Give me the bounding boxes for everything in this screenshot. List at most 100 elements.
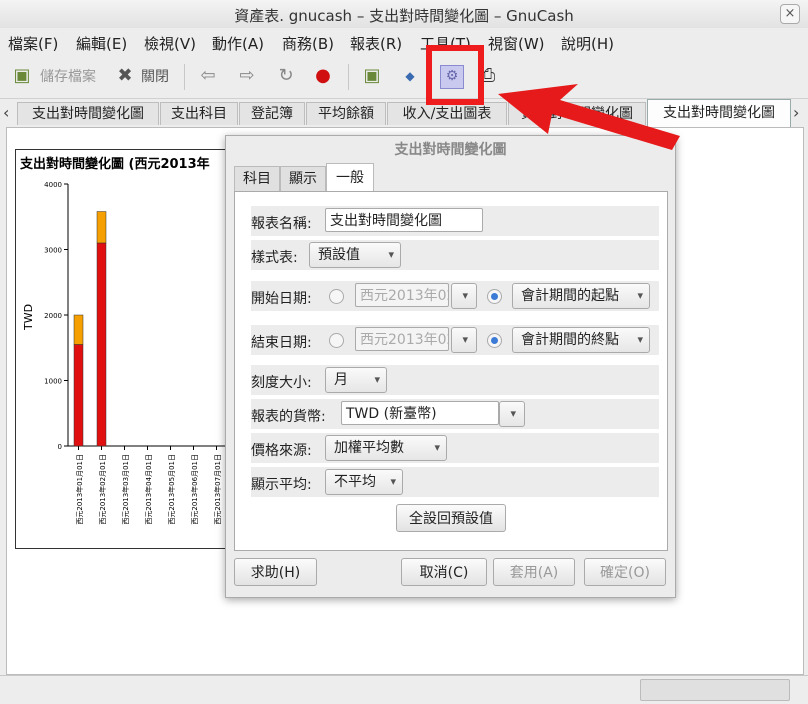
report-name-row: 報表名稱: 支出對時間變化圖 bbox=[251, 206, 659, 236]
help-button[interactable]: 求助(H) bbox=[234, 558, 317, 586]
chart-bar bbox=[96, 211, 107, 244]
tab-general[interactable]: 一般 bbox=[326, 163, 374, 192]
chart-y-tick-label: 1000 bbox=[44, 378, 62, 386]
chevron-down-icon: ▾ bbox=[462, 333, 468, 346]
show-average-label: 顯示平均: bbox=[251, 477, 312, 493]
menu-reports[interactable]: 報表(R) bbox=[350, 33, 402, 54]
end-relative-value: 會計期間的終點 bbox=[521, 332, 619, 348]
chart-x-tick-label: 西元2013年03月01日 bbox=[121, 454, 130, 525]
reload-icon[interactable]: ↻ bbox=[276, 66, 296, 86]
end-date-label: 結束日期: bbox=[251, 335, 312, 351]
currency-row: 報表的貨幣: TWD (新臺幣) ▾ bbox=[251, 399, 659, 429]
stylesheet-value: 預設值 bbox=[318, 247, 360, 263]
bar-chart: 支出對時間變化圖 (西元2013年 TWD 40003000200010000 … bbox=[19, 156, 228, 525]
stylesheet-select[interactable]: 預設值 ▾ bbox=[309, 242, 401, 268]
stop-icon[interactable]: ● bbox=[313, 66, 333, 86]
end-date-row: 結束日期: 西元2013年02 ▾ 會計期間的終點 ▾ bbox=[251, 325, 659, 355]
close-icon[interactable]: ✖ bbox=[115, 66, 135, 86]
tab-accounts[interactable]: 科目 bbox=[234, 166, 280, 191]
tab-income-expense-chart[interactable]: 收入/支出圖表 bbox=[387, 102, 507, 125]
status-bar bbox=[0, 675, 808, 704]
forward-icon[interactable]: ⇨ bbox=[237, 66, 257, 86]
cancel-button[interactable]: 取消(C) bbox=[401, 558, 487, 586]
chart-y-tick-label: 2000 bbox=[44, 312, 62, 320]
show-average-row: 顯示平均: 不平均 ▾ bbox=[251, 467, 659, 497]
chart-y-tick-label: 3000 bbox=[44, 247, 62, 255]
price-source-row: 價格來源: 加權平均數 ▾ bbox=[251, 433, 659, 463]
menu-help[interactable]: 說明(H) bbox=[561, 33, 614, 54]
save-report-icon[interactable]: ▣ bbox=[362, 66, 382, 86]
chart-ylabel: TWD bbox=[22, 304, 35, 331]
currency-dropdown-button[interactable]: ▾ bbox=[499, 401, 525, 427]
chevron-down-icon: ▾ bbox=[374, 373, 380, 386]
chevron-down-icon: ▾ bbox=[510, 407, 516, 420]
show-average-value: 不平均 bbox=[334, 474, 376, 490]
tab-scroll-left-icon[interactable]: ‹ bbox=[3, 103, 9, 122]
menu-view[interactable]: 檢視(V) bbox=[144, 33, 196, 54]
menu-edit[interactable]: 編輯(E) bbox=[76, 33, 127, 54]
tab-average-balance[interactable]: 平均餘額 bbox=[306, 102, 386, 125]
menu-windows[interactable]: 視窗(W) bbox=[488, 33, 545, 54]
chart-bar bbox=[73, 344, 84, 447]
progress-bar bbox=[640, 679, 790, 701]
chart-bar bbox=[73, 314, 84, 345]
price-source-select[interactable]: 加權平均數 ▾ bbox=[325, 435, 447, 461]
chart-y-tick-label: 4000 bbox=[44, 181, 62, 189]
chevron-down-icon: ▾ bbox=[388, 248, 394, 261]
tab-display[interactable]: 顯示 bbox=[280, 166, 326, 191]
chevron-down-icon: ▾ bbox=[637, 289, 643, 302]
stylesheet-row: 樣式表: 預設值 ▾ bbox=[251, 240, 659, 270]
save-button[interactable]: 儲存檔案 bbox=[40, 66, 96, 86]
end-relative-select[interactable]: 會計期間的終點 ▾ bbox=[512, 327, 650, 353]
report-name-label: 報表名稱: bbox=[251, 216, 312, 232]
chart-title: 支出對時間變化圖 (西元2013年 bbox=[19, 156, 210, 172]
menu-business[interactable]: 商務(B) bbox=[282, 33, 334, 54]
start-relative-radio[interactable] bbox=[487, 289, 502, 304]
chart-x-tick-label: 西元2013年05月01日 bbox=[167, 454, 176, 525]
end-absolute-radio[interactable] bbox=[329, 333, 344, 348]
step-size-select[interactable]: 月 ▾ bbox=[325, 367, 387, 393]
price-source-value: 加權平均數 bbox=[334, 440, 404, 456]
step-size-label: 刻度大小: bbox=[251, 375, 312, 391]
start-relative-select[interactable]: 會計期間的起點 ▾ bbox=[512, 283, 650, 309]
start-date-label: 開始日期: bbox=[251, 291, 312, 307]
start-absolute-radio[interactable] bbox=[329, 289, 344, 304]
apply-button[interactable]: 套用(A) bbox=[493, 558, 575, 586]
chart-y-tick-label: 0 bbox=[58, 443, 62, 451]
menu-file[interactable]: 檔案(F) bbox=[8, 33, 58, 54]
tab-scroll-right-icon[interactable]: › bbox=[793, 103, 799, 122]
start-date-picker-button[interactable]: ▾ bbox=[451, 283, 477, 309]
tab-register[interactable]: 登記簿 bbox=[239, 102, 305, 125]
toolbar-separator bbox=[348, 64, 349, 90]
chart-x-tick-label: 西元2013年01月01日 bbox=[75, 454, 84, 525]
end-date-picker-button[interactable]: ▾ bbox=[451, 327, 477, 353]
show-average-select[interactable]: 不平均 ▾ bbox=[325, 469, 403, 495]
chart-panel: 支出對時間變化圖 (西元2013年 TWD 4000 3000 2000 1000 0 … bbox=[15, 149, 229, 549]
window-close-button[interactable]: × bbox=[780, 4, 800, 24]
chart-x-tick-label: 西元2013年07月01日 bbox=[213, 454, 222, 525]
menu-actions[interactable]: 動作(A) bbox=[212, 33, 264, 54]
start-date-input[interactable]: 西元2013年02 bbox=[355, 283, 449, 307]
export-icon[interactable]: ◆ bbox=[400, 66, 420, 86]
ok-button[interactable]: 確定(O) bbox=[584, 558, 666, 586]
step-size-value: 月 bbox=[334, 372, 348, 388]
start-date-row: 開始日期: 西元2013年02 ▾ 會計期間的起點 ▾ bbox=[251, 281, 659, 311]
end-date-input[interactable]: 西元2013年02 bbox=[355, 327, 449, 351]
price-source-label: 價格來源: bbox=[251, 443, 312, 459]
currency-label: 報表的貨幣: bbox=[251, 409, 326, 425]
report-name-input[interactable]: 支出對時間變化圖 bbox=[325, 208, 483, 232]
chevron-down-icon: ▾ bbox=[637, 333, 643, 346]
chevron-down-icon: ▾ bbox=[390, 475, 396, 488]
close-report-button[interactable]: 關閉 bbox=[141, 66, 169, 86]
annotation-highlight-box bbox=[426, 45, 484, 105]
menubar: 檔案(F) 編輯(E) 檢視(V) 動作(A) 商務(B) 報表(R) 工具(T… bbox=[0, 28, 808, 56]
tab-expense-accounts[interactable]: 支出科目 bbox=[160, 102, 238, 125]
back-icon[interactable]: ⇦ bbox=[198, 66, 218, 86]
end-relative-radio[interactable] bbox=[487, 333, 502, 348]
currency-input[interactable]: TWD (新臺幣) bbox=[341, 401, 499, 425]
start-relative-value: 會計期間的起點 bbox=[521, 288, 619, 304]
tab-expense-over-time-1[interactable]: 支出對時間變化圖 bbox=[17, 102, 159, 125]
reset-defaults-button[interactable]: 全設回預設值 bbox=[396, 504, 506, 532]
save-icon[interactable]: ▣ bbox=[12, 66, 32, 86]
window-title: 資產表. gnucash – 支出對時間變化圖 – GnuCash bbox=[234, 7, 574, 25]
